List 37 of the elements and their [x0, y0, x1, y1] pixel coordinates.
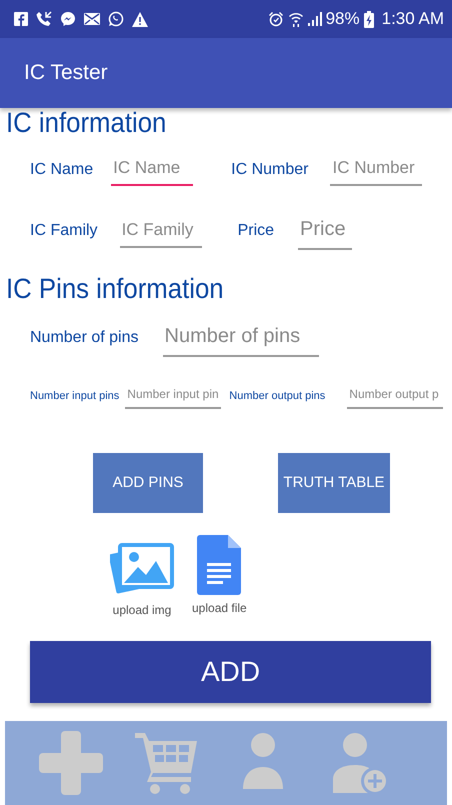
mail-icon [84, 13, 100, 25]
document-icon[interactable] [197, 535, 242, 596]
add-button[interactable]: ADD [30, 641, 431, 704]
field-label: IC Number [231, 160, 308, 180]
section-heading: IC information [6, 108, 168, 139]
text-field[interactable]: IC Family [120, 214, 202, 248]
messenger-icon [60, 11, 76, 27]
text-field[interactable]: IC Name [111, 152, 194, 186]
battery-percentage: 98% [326, 8, 360, 30]
cart-icon[interactable] [135, 731, 199, 796]
text-field[interactable]: Number input pin [125, 383, 222, 410]
text-field[interactable]: Number of pins [162, 319, 318, 358]
upload-label: upload file [192, 600, 247, 618]
warning-icon [132, 12, 148, 26]
alarm-icon [268, 11, 284, 27]
signal-icon [308, 12, 322, 26]
upload-label: upload img [112, 602, 172, 620]
app-title: IC Tester [24, 60, 108, 86]
text-field[interactable]: Number output p [347, 383, 444, 410]
field-label: Number input pins [30, 388, 120, 404]
phone-icon [36, 11, 52, 27]
field-label: Number output pins [229, 388, 326, 404]
field-label: IC Family [30, 221, 98, 242]
battery-charging-icon [364, 10, 374, 28]
text-field[interactable]: IC Number [330, 152, 422, 186]
action-button[interactable]: ADD PINS [93, 453, 203, 514]
whatsapp-icon [108, 11, 124, 27]
clock-time: 1:30 AM [382, 8, 444, 30]
field-label: Number of pins [30, 328, 138, 348]
facebook-icon [14, 12, 28, 26]
wifi-icon [288, 11, 304, 27]
plus-icon[interactable] [39, 731, 103, 796]
field-label: IC Name [30, 160, 94, 180]
action-button[interactable]: TRUTH TABLE [278, 453, 390, 514]
field-label: Price [238, 221, 274, 242]
text-field[interactable]: Price [298, 212, 352, 250]
section-heading: IC Pins information [6, 274, 225, 306]
